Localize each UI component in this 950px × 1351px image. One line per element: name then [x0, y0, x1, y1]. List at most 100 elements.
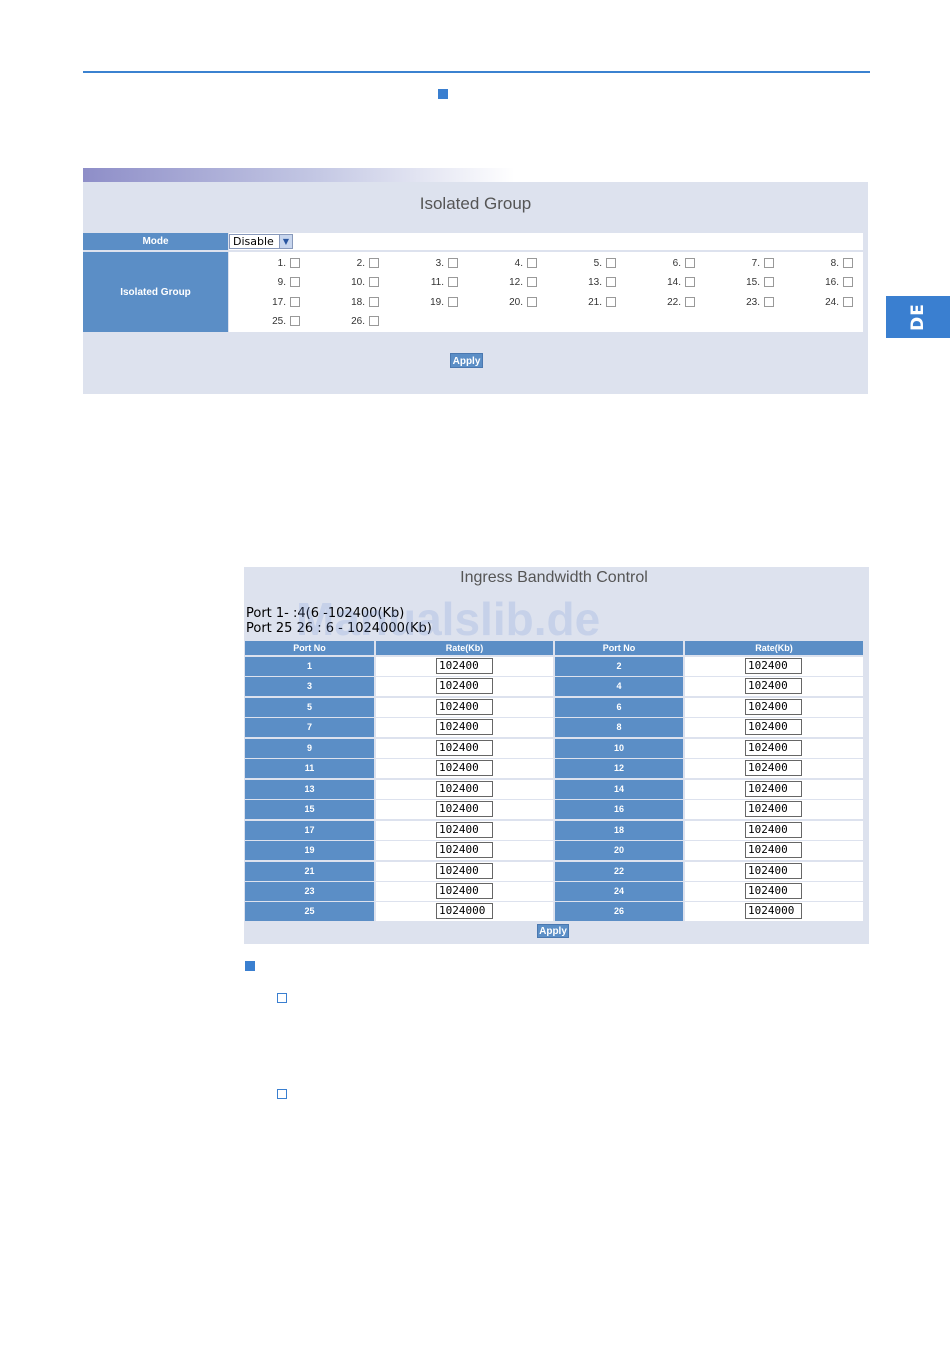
isolated-port-checkbox[interactable]: [843, 296, 853, 307]
isolated-port-checkbox[interactable]: [369, 277, 379, 288]
port-no-cell: 9: [245, 738, 374, 758]
isolated-port[interactable]: 25.: [229, 314, 308, 333]
isolated-port-checkbox[interactable]: [527, 277, 537, 288]
isolated-port[interactable]: 23.: [703, 295, 782, 314]
isolated-port-checkbox[interactable]: [843, 277, 853, 288]
isolated-port-checkbox[interactable]: [843, 258, 853, 268]
isolated-port[interactable]: 22.: [624, 295, 703, 314]
port-no-cell: 2: [555, 657, 683, 676]
port-no-cell: 24: [555, 881, 683, 901]
isolated-port[interactable]: 10.: [308, 275, 387, 294]
rate-input[interactable]: 102400: [436, 698, 493, 715]
ports-cell: 1. 2. 3. 4. 5. 6. 7. 8. 9. 10. 11. 12. 13. 14. 15. 16. 1…: [229, 252, 863, 332]
isolated-apply-button[interactable]: Apply: [450, 353, 483, 368]
rate-input[interactable]: 102400: [745, 739, 802, 756]
rate-input[interactable]: 102400: [745, 719, 802, 736]
rate-input[interactable]: 102400: [436, 780, 493, 797]
isolated-port[interactable]: 9.: [229, 275, 308, 294]
isolated-port[interactable]: 6.: [624, 256, 703, 275]
isolated-port-label: 6.: [672, 258, 681, 269]
rate-input[interactable]: 102400: [745, 760, 802, 777]
rate-input[interactable]: 102400: [436, 842, 493, 859]
isolated-port-checkbox[interactable]: [290, 258, 300, 268]
isolated-port[interactable]: 18.: [308, 295, 387, 314]
isolated-port[interactable]: 1.: [229, 256, 308, 275]
port-no-cell: 15: [245, 800, 374, 820]
isolated-port[interactable]: 24.: [782, 295, 861, 314]
isolated-port-checkbox[interactable]: [606, 296, 616, 307]
rate-input[interactable]: 102400: [436, 862, 493, 879]
isolated-port-label: 7.: [751, 258, 760, 269]
rate-input[interactable]: 102400: [436, 719, 493, 736]
rate-input[interactable]: 102400: [436, 678, 493, 695]
isolated-port[interactable]: 15.: [703, 275, 782, 294]
isolated-port-checkbox[interactable]: [369, 258, 379, 268]
isolated-port[interactable]: 7.: [703, 256, 782, 275]
isolated-port-checkbox[interactable]: [685, 277, 695, 288]
isolated-port[interactable]: 20.: [466, 295, 545, 314]
rate-input[interactable]: 102400: [745, 698, 802, 715]
isolated-port-checkbox[interactable]: [448, 258, 458, 268]
isolated-port-checkbox[interactable]: [685, 258, 695, 268]
chevron-down-icon[interactable]: ▼: [279, 235, 292, 248]
isolated-port-checkbox[interactable]: [606, 277, 616, 288]
isolated-port-checkbox[interactable]: [290, 296, 300, 307]
isolated-port[interactable]: 13.: [545, 275, 624, 294]
isolated-port[interactable]: 3.: [387, 256, 466, 275]
port-no-cell: 13: [245, 779, 374, 799]
isolated-port-checkbox[interactable]: [369, 315, 379, 326]
rate-input[interactable]: 102400: [436, 821, 493, 838]
port-no-cell: 22: [555, 861, 683, 881]
rate-input[interactable]: 102400: [745, 658, 802, 674]
isolated-port[interactable]: 5.: [545, 256, 624, 275]
isolated-port[interactable]: 17.: [229, 295, 308, 314]
bullet-square-icon: [245, 961, 255, 971]
isolated-port-checkbox[interactable]: [290, 277, 300, 288]
isolated-port[interactable]: 16.: [782, 275, 861, 294]
rate-input[interactable]: 102400: [745, 842, 802, 859]
rate-input[interactable]: 102400: [745, 821, 802, 838]
isolated-port[interactable]: 4.: [466, 256, 545, 275]
rate-input[interactable]: 102400: [436, 801, 493, 818]
rate-input[interactable]: 102400: [745, 678, 802, 695]
isolated-port-label: 21.: [588, 296, 602, 308]
isolated-port-checkbox[interactable]: [290, 315, 300, 326]
rate-input[interactable]: 102400: [436, 739, 493, 756]
isolated-port[interactable]: 26.: [308, 314, 387, 333]
isolated-port-checkbox[interactable]: [606, 258, 616, 268]
mode-select[interactable]: Disable ▼: [229, 234, 293, 249]
isolated-port-checkbox[interactable]: [448, 296, 458, 307]
isolated-port-checkbox[interactable]: [685, 296, 695, 307]
rate-input[interactable]: 102400: [436, 882, 493, 899]
rate-input[interactable]: 102400: [745, 780, 802, 797]
isolated-port[interactable]: 2.: [308, 256, 387, 275]
isolated-port[interactable]: 14.: [624, 275, 703, 294]
rate-input[interactable]: 102400: [745, 801, 802, 818]
ingress-title: Ingress Bandwidth Control: [460, 569, 648, 586]
isolated-port-checkbox[interactable]: [527, 258, 537, 268]
ingress-apply-button[interactable]: Apply: [537, 924, 569, 938]
rate-input[interactable]: 1024000: [745, 903, 802, 920]
isolated-port-checkbox[interactable]: [764, 277, 774, 288]
isolated-port-checkbox[interactable]: [448, 277, 458, 288]
rate-input[interactable]: 102400: [436, 760, 493, 777]
isolated-port-label: 12.: [509, 277, 523, 289]
isolated-port-checkbox[interactable]: [369, 296, 379, 307]
mode-cell: [229, 233, 863, 250]
rate-input[interactable]: 102400: [745, 882, 802, 899]
isolated-port-checkbox[interactable]: [764, 296, 774, 307]
isolated-port[interactable]: 11.: [387, 275, 466, 294]
isolated-port[interactable]: 19.: [387, 295, 466, 314]
port-no-cell: 14: [555, 779, 683, 799]
isolated-port[interactable]: 12.: [466, 275, 545, 294]
isolated-port-checkbox[interactable]: [764, 258, 774, 268]
rate-input[interactable]: 102400: [436, 658, 493, 674]
isolated-port[interactable]: 8.: [782, 256, 861, 275]
isolated-port-checkbox[interactable]: [527, 296, 537, 307]
isolated-port[interactable]: 21.: [545, 295, 624, 314]
rate-input[interactable]: 1024000: [436, 903, 493, 920]
isolated-port-label: 22.: [667, 296, 681, 308]
isolated-port-label: 17.: [272, 296, 286, 308]
isolated-port-label: 4.: [514, 258, 523, 269]
rate-input[interactable]: 102400: [745, 862, 802, 879]
